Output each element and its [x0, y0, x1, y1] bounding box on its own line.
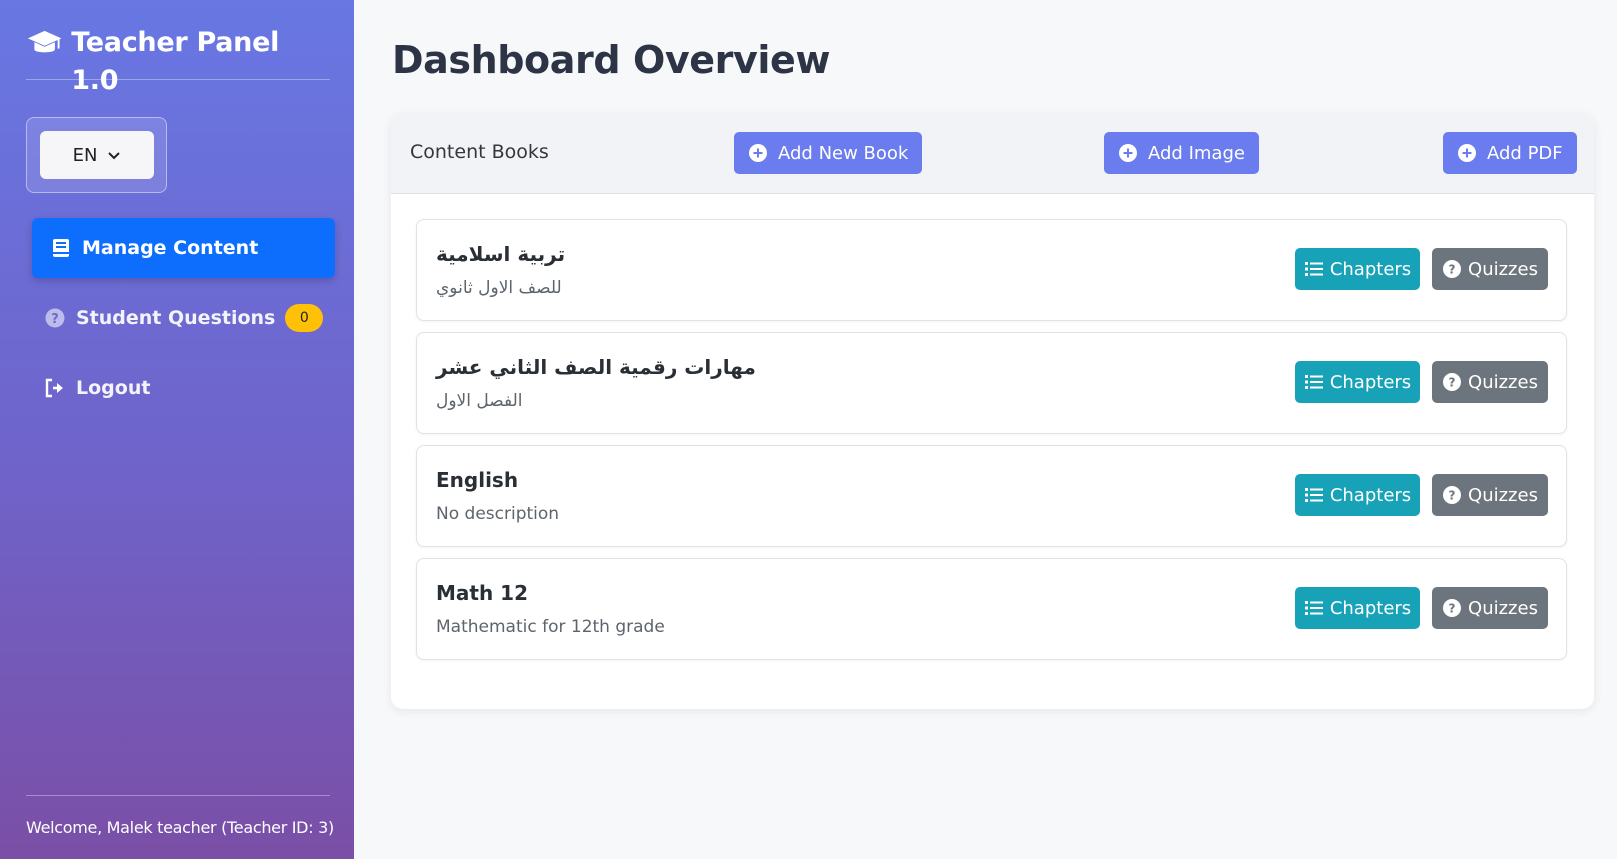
language-switcher: EN	[26, 117, 167, 193]
chapters-label: Chapters	[1329, 371, 1412, 393]
language-selected: EN	[72, 144, 98, 166]
book-title: تربية اسلامية	[436, 242, 566, 266]
add-new-book-button[interactable]: Add New Book	[734, 132, 923, 174]
book-icon	[50, 237, 72, 259]
card-header-title: Content Books	[410, 141, 549, 163]
book-title: English	[436, 468, 519, 492]
sidebar: Teacher Panel 1.0 EN Manage Content ? St…	[0, 0, 354, 859]
nav-student-questions[interactable]: ? Student Questions 0	[32, 288, 335, 348]
chapters-label: Chapters	[1329, 597, 1412, 619]
book-title: مهارات رقمية الصف الثاني عشر	[436, 355, 756, 379]
book-item: مهارات رقمية الصف الثاني عشر الفصل الاول…	[416, 332, 1567, 434]
question-circle-icon: ?	[1443, 486, 1462, 504]
chapters-button[interactable]: Chapters	[1295, 474, 1420, 516]
student-questions-count-badge: 0	[285, 304, 324, 332]
plus-circle-icon	[1119, 144, 1137, 162]
quizzes-button[interactable]: ? Quizzes	[1432, 474, 1548, 516]
brand: Teacher Panel 1.0	[26, 24, 330, 96]
list-icon	[1304, 601, 1323, 615]
content-books-card: Content Books Add New Book Add Image Add…	[391, 114, 1594, 709]
question-circle-icon: ?	[1443, 373, 1462, 391]
book-item: English No description Chapters ? Quizze…	[416, 445, 1567, 547]
quizzes-button[interactable]: ? Quizzes	[1432, 248, 1548, 290]
welcome-text: Welcome, Malek teacher (Teacher ID: 3)	[26, 795, 334, 837]
nav-logout[interactable]: Logout	[32, 358, 335, 418]
book-description: للصف الاول ثانوي	[436, 278, 562, 298]
book-item: تربية اسلامية للصف الاول ثانوي Chapters …	[416, 219, 1567, 321]
add-image-label: Add Image	[1148, 142, 1245, 164]
page-title: Dashboard Overview	[392, 38, 831, 82]
list-icon	[1304, 262, 1323, 276]
plus-circle-icon	[749, 144, 767, 162]
book-description: No description	[436, 504, 560, 524]
svg-text:?: ?	[1449, 376, 1456, 390]
card-header: Content Books Add New Book Add Image Add…	[391, 114, 1594, 194]
nav-manage-content[interactable]: Manage Content	[32, 218, 335, 278]
question-circle-icon: ?	[44, 307, 66, 329]
add-new-book-label: Add New Book	[778, 142, 909, 164]
question-circle-icon: ?	[1443, 260, 1462, 278]
quizzes-label: Quizzes	[1468, 371, 1538, 393]
nav-student-questions-label: Student Questions	[76, 307, 276, 329]
book-description: Mathematic for 12th grade	[436, 617, 665, 637]
svg-text:?: ?	[1449, 602, 1456, 616]
nav-manage-content-label: Manage Content	[82, 237, 259, 259]
chapters-label: Chapters	[1329, 258, 1412, 280]
chapters-button[interactable]: Chapters	[1295, 248, 1420, 290]
chevron-down-icon	[108, 152, 121, 160]
quizzes-label: Quizzes	[1468, 597, 1538, 619]
book-item: Math 12 Mathematic for 12th grade Chapte…	[416, 558, 1567, 660]
language-select[interactable]: EN	[40, 131, 154, 179]
quizzes-button[interactable]: ? Quizzes	[1432, 587, 1548, 629]
question-circle-icon: ?	[1443, 599, 1462, 617]
list-icon	[1304, 488, 1323, 502]
logout-icon	[44, 377, 66, 399]
graduation-cap-icon	[27, 30, 62, 53]
plus-circle-icon	[1458, 144, 1476, 162]
svg-text:?: ?	[1449, 489, 1456, 503]
quizzes-label: Quizzes	[1468, 484, 1538, 506]
book-description: الفصل الاول	[436, 391, 523, 411]
add-pdf-label: Add PDF	[1487, 142, 1563, 164]
list-icon	[1304, 375, 1323, 389]
add-image-button[interactable]: Add Image	[1104, 132, 1259, 174]
quizzes-button[interactable]: ? Quizzes	[1432, 361, 1548, 403]
add-pdf-button[interactable]: Add PDF	[1443, 132, 1577, 174]
nav-logout-label: Logout	[76, 377, 151, 399]
svg-text:?: ?	[51, 312, 59, 327]
book-title: Math 12	[436, 581, 528, 605]
chapters-button[interactable]: Chapters	[1295, 587, 1420, 629]
brand-title: Teacher Panel 1.0	[71, 27, 280, 96]
svg-text:?: ?	[1449, 263, 1456, 277]
quizzes-label: Quizzes	[1468, 258, 1538, 280]
chapters-label: Chapters	[1329, 484, 1412, 506]
chapters-button[interactable]: Chapters	[1295, 361, 1420, 403]
